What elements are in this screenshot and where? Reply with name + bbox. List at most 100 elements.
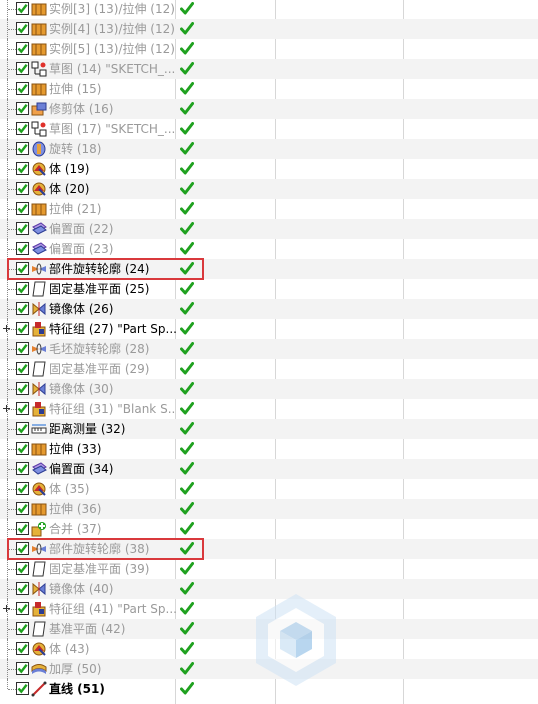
visibility-checkbox[interactable] [16, 2, 29, 15]
empty-cell [276, 239, 403, 259]
tree-row[interactable]: 固定基准平面 (29) [0, 359, 538, 379]
visibility-checkbox[interactable] [16, 82, 29, 95]
tree-row[interactable]: 实例[3] (13)/拉伸 (12) [0, 0, 538, 19]
tree-row[interactable]: 实例[5] (13)/拉伸 (12) [0, 39, 538, 59]
tree-row[interactable]: 特征组 (31) "Blank S... [0, 399, 538, 419]
tree-connector [8, 109, 16, 110]
tree-row[interactable]: 体 (35) [0, 479, 538, 499]
empty-cell [276, 319, 403, 339]
visibility-checkbox[interactable] [16, 402, 29, 415]
visibility-checkbox[interactable] [16, 302, 29, 315]
feature-label: 拉伸 (21) [49, 202, 102, 216]
tree-row[interactable]: 拉伸 (15) [0, 79, 538, 99]
up-to-date-check-icon [180, 582, 194, 595]
visibility-checkbox[interactable] [16, 122, 29, 135]
tree-row[interactable]: 偏置面 (34) [0, 459, 538, 479]
visibility-checkbox[interactable] [16, 562, 29, 575]
tree-row[interactable]: 拉伸 (36) [0, 499, 538, 519]
visibility-checkbox[interactable] [16, 642, 29, 655]
tree-row[interactable]: 合并 (37) [0, 519, 538, 539]
tree-row[interactable]: 偏置面 (23) [0, 239, 538, 259]
status-cell [176, 279, 275, 299]
tree-row[interactable]: 拉伸 (33) [0, 439, 538, 459]
tree-row[interactable]: 拉伸 (21) [0, 199, 538, 219]
visibility-checkbox[interactable] [16, 182, 29, 195]
visibility-checkbox[interactable] [16, 442, 29, 455]
visibility-checkbox[interactable] [16, 342, 29, 355]
feature-label: 拉伸 (36) [49, 502, 102, 516]
tree-row[interactable]: 偏置面 (22) [0, 219, 538, 239]
tree-row[interactable]: 距离测量 (32) [0, 419, 538, 439]
tree-row[interactable]: 固定基准平面 (25) [0, 279, 538, 299]
visibility-checkbox[interactable] [16, 362, 29, 375]
feature-label: 距离测量 (32) [49, 422, 126, 436]
tree-row[interactable]: 固定基准平面 (39) [0, 559, 538, 579]
tree-row[interactable]: 体 (20) [0, 179, 538, 199]
extrude-icon [31, 83, 47, 96]
visibility-checkbox[interactable] [16, 222, 29, 235]
tree-row[interactable]: 草图 (14) "SKETCH_... [0, 59, 538, 79]
tree-connector [8, 689, 16, 690]
visibility-checkbox[interactable] [16, 62, 29, 75]
visibility-checkbox[interactable] [16, 22, 29, 35]
visibility-checkbox[interactable] [16, 142, 29, 155]
visibility-checkbox[interactable] [16, 242, 29, 255]
visibility-checkbox[interactable] [16, 382, 29, 395]
visibility-checkbox[interactable] [16, 422, 29, 435]
visibility-checkbox[interactable] [16, 622, 29, 635]
up-to-date-check-icon [180, 462, 194, 475]
feature-label: 旋转 (18) [49, 142, 102, 156]
tree-row[interactable]: 修剪体 (16) [0, 99, 538, 119]
feature-label: 镜像体 (30) [49, 382, 114, 396]
visibility-checkbox[interactable] [16, 482, 29, 495]
visibility-checkbox[interactable] [16, 322, 29, 335]
tree-row[interactable]: 体 (19) [0, 159, 538, 179]
visibility-checkbox[interactable] [16, 522, 29, 535]
visibility-checkbox[interactable] [16, 102, 29, 115]
visibility-checkbox[interactable] [16, 662, 29, 675]
empty-cell [404, 519, 538, 539]
empty-cell [276, 539, 403, 559]
body-icon [32, 182, 46, 196]
visibility-checkbox[interactable] [16, 42, 29, 55]
feature-name-cell: 体 (19) [0, 159, 176, 179]
up-to-date-check-icon [180, 422, 194, 435]
status-cell [176, 19, 275, 39]
datum-plane-icon [32, 361, 46, 377]
unite-icon [31, 522, 46, 537]
empty-cell [276, 479, 403, 499]
feature-name-cell: 偏置面 (22) [0, 219, 176, 239]
visibility-checkbox[interactable] [16, 602, 29, 615]
tree-row[interactable]: 毛坯旋转轮廓 (28) [0, 339, 538, 359]
tree-row[interactable]: 镜像体 (30) [0, 379, 538, 399]
empty-cell [404, 419, 538, 439]
visibility-checkbox[interactable] [16, 682, 29, 695]
tree-row[interactable]: 草图 (17) "SKETCH_... [0, 119, 538, 139]
visibility-checkbox[interactable] [16, 162, 29, 175]
visibility-checkbox[interactable] [16, 462, 29, 475]
status-cell [176, 159, 275, 179]
tree-connector [8, 149, 16, 150]
tree-connector [8, 629, 16, 630]
visibility-checkbox[interactable] [16, 202, 29, 215]
status-cell [176, 119, 275, 139]
empty-cell [404, 0, 538, 19]
visibility-checkbox[interactable] [16, 282, 29, 295]
tree-row[interactable]: 实例[4] (13)/拉伸 (12) [0, 19, 538, 39]
tree-row[interactable]: 镜像体 (26) [0, 299, 538, 319]
expand-icon[interactable] [3, 605, 10, 612]
expand-icon[interactable] [3, 325, 10, 332]
status-cell [176, 559, 275, 579]
empty-cell [404, 319, 538, 339]
tree-connector [8, 529, 16, 530]
feature-name-cell: 草图 (14) "SKETCH_... [0, 59, 176, 79]
feature-label: 体 (19) [49, 162, 90, 176]
feature-label: 实例[3] (13)/拉伸 (12) [49, 2, 175, 16]
tree-row[interactable]: 旋转 (18) [0, 139, 538, 159]
sketch-icon [31, 121, 47, 137]
tree-row[interactable]: 特征组 (27) "Part Sp... [0, 319, 538, 339]
expand-icon[interactable] [3, 405, 10, 412]
tree-connector [8, 29, 16, 30]
visibility-checkbox[interactable] [16, 502, 29, 515]
visibility-checkbox[interactable] [16, 582, 29, 595]
